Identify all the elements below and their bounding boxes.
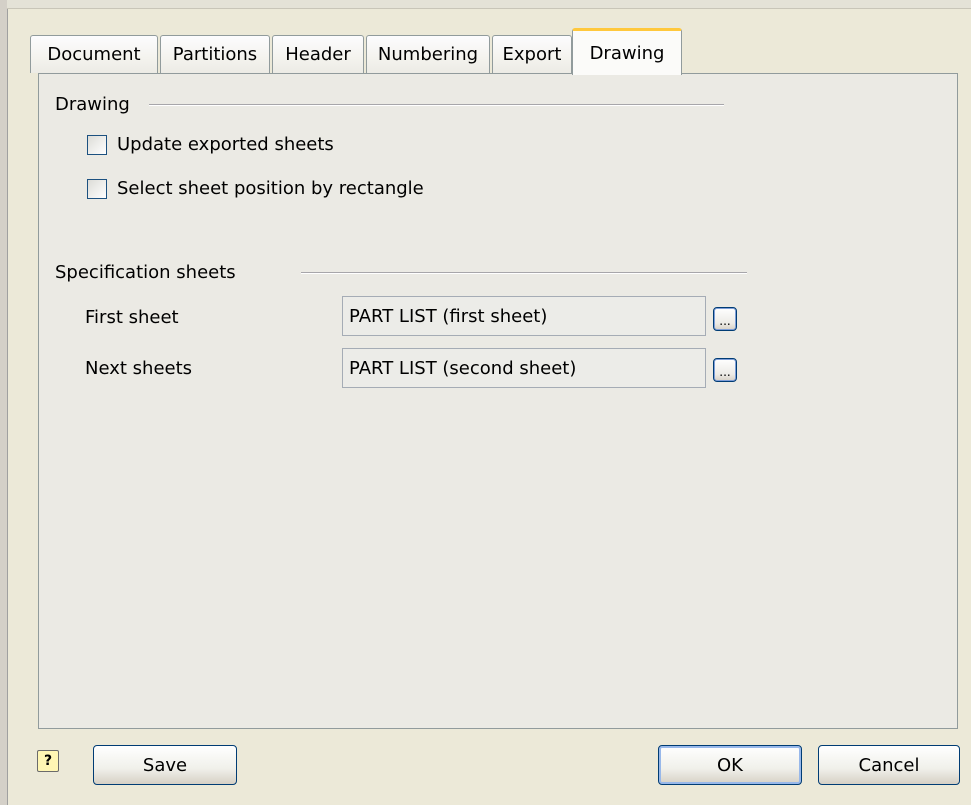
save-button[interactable]: Save	[93, 745, 237, 785]
drawing-group-title: Drawing	[55, 94, 130, 115]
select-sheet-position-checkbox[interactable]	[87, 178, 107, 199]
spec-sheets-group-divider	[301, 272, 747, 274]
select-sheet-position-label: Select sheet position by rectangle	[117, 178, 424, 199]
spec-sheets-group-title: Specification sheets	[55, 262, 236, 283]
drawing-group-divider	[149, 104, 724, 106]
tab-numbering[interactable]: Numbering	[366, 35, 490, 73]
tab-strip: Document Partitions Header Numbering Exp…	[30, 28, 950, 75]
first-sheet-browse-button[interactable]: ...	[713, 307, 737, 331]
window-left-border	[0, 0, 8, 805]
select-sheet-position-option[interactable]: Select sheet position by rectangle	[87, 178, 424, 199]
next-sheets-label: Next sheets	[85, 358, 193, 379]
ok-button[interactable]: OK	[658, 745, 802, 785]
next-sheets-value: PART LIST (second sheet)	[349, 357, 577, 379]
first-sheet-label: First sheet	[85, 307, 179, 328]
update-exported-sheets-checkbox[interactable]	[87, 134, 107, 155]
first-sheet-field[interactable]: PART LIST (first sheet)	[342, 296, 706, 336]
tab-drawing[interactable]: Drawing	[572, 28, 682, 75]
help-icon[interactable]: ?	[37, 750, 59, 772]
tab-document[interactable]: Document	[30, 35, 158, 73]
tab-panel-drawing: Drawing Update exported sheets Select sh…	[38, 73, 958, 729]
first-sheet-value: PART LIST (first sheet)	[349, 305, 548, 327]
update-exported-sheets-option[interactable]: Update exported sheets	[87, 134, 334, 155]
tab-header[interactable]: Header	[272, 35, 364, 73]
window-top-border	[7, 0, 971, 9]
settings-dialog: Document Partitions Header Numbering Exp…	[0, 0, 971, 805]
next-sheets-browse-button[interactable]: ...	[713, 358, 737, 382]
update-exported-sheets-label: Update exported sheets	[117, 134, 334, 155]
next-sheets-field[interactable]: PART LIST (second sheet)	[342, 348, 706, 388]
cancel-button[interactable]: Cancel	[818, 745, 960, 785]
tab-export[interactable]: Export	[492, 35, 572, 73]
tab-partitions[interactable]: Partitions	[160, 35, 270, 73]
